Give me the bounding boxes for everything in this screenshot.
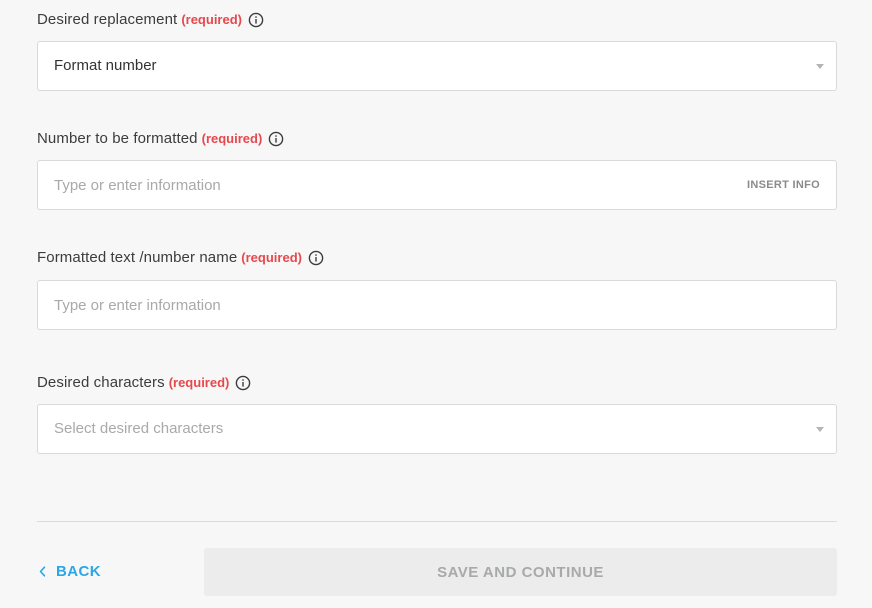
chevron-left-icon	[39, 565, 46, 577]
save-and-continue-button[interactable]: SAVE AND CONTINUE	[204, 548, 837, 596]
required-marker: (required)	[201, 131, 263, 146]
info-icon[interactable]	[308, 250, 324, 266]
label-text: Desired replacement	[37, 11, 178, 28]
desired-replacement-select[interactable]: Format number	[37, 41, 837, 91]
field-label: Desired characters (required)	[37, 373, 837, 393]
back-label: BACK	[56, 562, 101, 580]
info-icon[interactable]	[268, 131, 284, 147]
field-desired-characters: Desired characters (required) Select des…	[37, 373, 837, 454]
field-label: Desired replacement (required)	[37, 10, 837, 30]
formatted-text-name-input[interactable]	[38, 281, 836, 329]
field-formatted-text-name: Formatted text /number name (required)	[37, 248, 837, 330]
select-placeholder: Select desired characters	[54, 420, 224, 437]
label-text: Number to be formatted	[37, 130, 198, 147]
selected-value: Format number	[54, 57, 157, 74]
caret-down-icon	[816, 427, 824, 432]
number-to-be-formatted-field: INSERT INFO	[37, 160, 837, 210]
footer-divider	[37, 521, 837, 522]
desired-characters-select[interactable]: Select desired characters	[37, 404, 837, 454]
field-label: Formatted text /number name (required)	[37, 248, 837, 268]
required-marker: (required)	[181, 12, 242, 27]
field-desired-replacement: Desired replacement (required) Format nu…	[37, 10, 837, 91]
required-marker: (required)	[168, 375, 230, 390]
save-label: SAVE AND CONTINUE	[437, 563, 604, 581]
field-label: Number to be formatted (required)	[37, 129, 837, 149]
label-text: Desired characters	[37, 374, 165, 391]
formatted-text-name-field	[37, 280, 837, 330]
field-number-to-be-formatted: Number to be formatted (required) INSERT…	[37, 129, 837, 210]
insert-info-button[interactable]: INSERT INFO	[747, 161, 820, 209]
caret-down-icon	[816, 64, 824, 69]
required-marker: (required)	[241, 250, 302, 265]
info-icon[interactable]	[235, 375, 251, 391]
info-icon[interactable]	[248, 12, 264, 28]
number-to-be-formatted-input[interactable]	[38, 161, 836, 209]
label-text: Formatted text /number name	[37, 249, 238, 266]
back-button[interactable]: BACK	[39, 559, 101, 583]
